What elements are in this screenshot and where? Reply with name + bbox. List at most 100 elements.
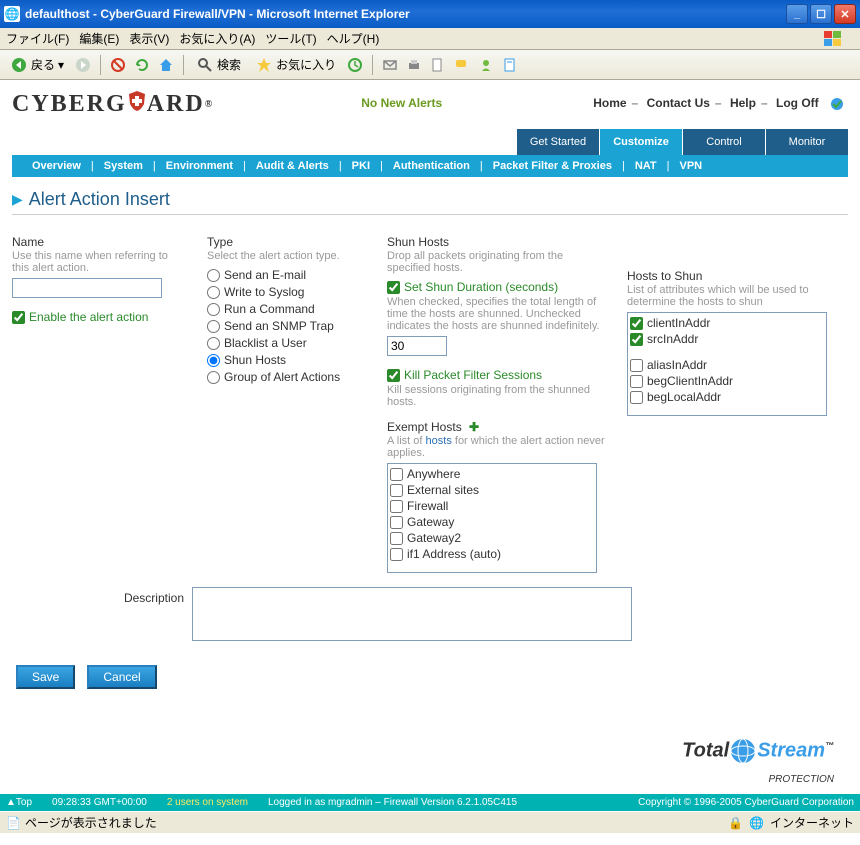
research-button[interactable] xyxy=(501,56,519,74)
duration-input[interactable] xyxy=(387,336,447,356)
nav-nat[interactable]: NAT xyxy=(625,160,667,172)
exempt-help: A list of hosts for which the alert acti… xyxy=(387,435,607,459)
type-radio-send-an-snmp-trap[interactable]: Send an SNMP Trap xyxy=(207,319,367,333)
type-radio-write-to-syslog[interactable]: Write to Syslog xyxy=(207,285,367,299)
menu-help[interactable]: ヘルプ(H) xyxy=(327,30,380,47)
tab-get-started[interactable]: Get Started xyxy=(517,129,599,155)
list-item[interactable]: if1 Address (auto) xyxy=(390,546,594,562)
back-button[interactable]: 戻る ▾ xyxy=(6,54,68,76)
zone-icon: 🌐 xyxy=(749,816,764,830)
browser-toolbar: 戻る ▾ 検索 お気に入り xyxy=(0,50,860,80)
list-item[interactable]: Firewall xyxy=(390,498,594,514)
link-contact[interactable]: Contact Us xyxy=(647,96,710,110)
sub-navbar: Overview| System| Environment| Audit & A… xyxy=(12,155,848,177)
page-title-arrow-icon: ▶ xyxy=(12,191,23,208)
menu-tools[interactable]: ツール(T) xyxy=(265,30,316,47)
menu-edit[interactable]: 編集(E) xyxy=(79,30,119,47)
nav-vpn[interactable]: VPN xyxy=(669,160,712,172)
list-item[interactable]: srcInAddr xyxy=(630,331,824,347)
nav-overview[interactable]: Overview xyxy=(22,160,91,172)
tab-monitor[interactable]: Monitor xyxy=(766,129,848,155)
add-exempt-host-button[interactable]: ✚ xyxy=(469,420,479,434)
ie-icon: 🌐 xyxy=(4,6,20,22)
nav-audit-alerts[interactable]: Audit & Alerts xyxy=(246,160,339,172)
duration-help: When checked, specifies the total length… xyxy=(387,296,607,332)
search-icon xyxy=(196,56,214,74)
enable-action-label: Enable the alert action xyxy=(29,310,148,324)
kill-sessions-label: Kill Packet Filter Sessions xyxy=(404,368,542,382)
kill-sessions-checkbox[interactable] xyxy=(387,369,400,382)
list-item[interactable]: External sites xyxy=(390,482,594,498)
name-input[interactable] xyxy=(12,278,162,298)
type-radio-run-a-command[interactable]: Run a Command xyxy=(207,302,367,316)
zone-text: インターネット xyxy=(770,814,854,831)
menu-view[interactable]: 表示(V) xyxy=(129,30,169,47)
list-item[interactable]: clientInAddr xyxy=(630,315,824,331)
type-radio-group-of-alert-actions[interactable]: Group of Alert Actions xyxy=(207,370,367,384)
type-label: Type xyxy=(207,235,367,249)
nav-pki[interactable]: PKI xyxy=(342,160,380,172)
windows-flag-icon xyxy=(822,30,844,48)
nav-environment[interactable]: Environment xyxy=(156,160,243,172)
footer-top-link[interactable]: ▲Top xyxy=(6,797,32,808)
type-help: Select the alert action type. xyxy=(207,250,367,262)
discuss-button[interactable] xyxy=(453,56,471,74)
globe-ok-icon xyxy=(830,97,844,111)
browser-statusbar: 📄 ページが表示されました 🔒 🌐 インターネット xyxy=(0,811,860,833)
mail-button[interactable] xyxy=(381,56,399,74)
list-item[interactable]: aliasInAddr xyxy=(630,357,824,373)
kill-help: Kill sessions originating from the shunn… xyxy=(387,384,607,408)
list-item[interactable]: Gateway2 xyxy=(390,530,594,546)
nav-system[interactable]: System xyxy=(94,160,153,172)
footer-users: 2 users on system xyxy=(167,797,248,808)
tab-control[interactable]: Control xyxy=(683,129,765,155)
hosts-to-shun-label: Hosts to Shun xyxy=(627,269,827,283)
type-radio-blacklist-a-user[interactable]: Blacklist a User xyxy=(207,336,367,350)
link-help[interactable]: Help xyxy=(730,96,756,110)
maximize-button[interactable]: ☐ xyxy=(810,4,832,24)
refresh-button[interactable] xyxy=(133,56,151,74)
menu-file[interactable]: ファイル(F) xyxy=(6,30,69,47)
history-button[interactable] xyxy=(346,56,364,74)
enable-action-checkbox[interactable] xyxy=(12,311,25,324)
back-icon xyxy=(10,56,28,74)
nav-packet-filter[interactable]: Packet Filter & Proxies xyxy=(483,160,622,172)
status-text: ページが表示されました xyxy=(25,814,157,831)
link-logoff[interactable]: Log Off xyxy=(776,96,819,110)
stop-button[interactable] xyxy=(109,56,127,74)
menu-favorites[interactable]: お気に入り(A) xyxy=(179,30,255,47)
cancel-button[interactable]: Cancel xyxy=(87,665,156,689)
list-item[interactable]: begLocalAddr xyxy=(630,389,824,405)
list-item[interactable]: begClientInAddr xyxy=(630,373,824,389)
type-radio-send-an-e-mail[interactable]: Send an E-mail xyxy=(207,268,367,282)
search-button[interactable]: 検索 xyxy=(192,54,245,76)
set-shun-duration-checkbox[interactable] xyxy=(387,281,400,294)
print-button[interactable] xyxy=(405,56,423,74)
exempt-label: Exempt Hosts xyxy=(387,420,462,434)
status-icon: 📄 xyxy=(6,816,21,830)
exempt-hosts-listbox[interactable]: AnywhereExternal sitesFirewallGatewayGat… xyxy=(387,463,597,573)
edit-button[interactable] xyxy=(429,56,447,74)
list-item[interactable]: Anywhere xyxy=(390,466,594,482)
window-titlebar: 🌐 defaulthost - CyberGuard Firewall/VPN … xyxy=(0,0,860,28)
forward-button[interactable] xyxy=(74,56,92,74)
hosts-to-shun-listbox[interactable]: clientInAddrsrcInAddr aliasInAddrbegClien… xyxy=(627,312,827,416)
minimize-button[interactable]: _ xyxy=(786,4,808,24)
save-button[interactable]: Save xyxy=(16,665,75,689)
close-button[interactable]: ✕ xyxy=(834,4,856,24)
link-home[interactable]: Home xyxy=(593,96,626,110)
favorites-button[interactable]: お気に入り xyxy=(251,54,340,76)
name-label: Name xyxy=(12,235,187,249)
nav-authentication[interactable]: Authentication xyxy=(383,160,480,172)
type-radio-group: Send an E-mail Write to Syslog Run a Comma… xyxy=(207,268,367,384)
messenger-button[interactable] xyxy=(477,56,495,74)
home-button[interactable] xyxy=(157,56,175,74)
type-radio-shun-hosts[interactable]: Shun Hosts xyxy=(207,353,367,367)
description-textarea[interactable] xyxy=(192,587,632,641)
list-item[interactable]: Gateway xyxy=(390,514,594,530)
mode-tabs: Get Started Customize Control Monitor xyxy=(12,129,848,155)
hosts-link[interactable]: hosts xyxy=(426,435,452,447)
tab-customize[interactable]: Customize xyxy=(600,129,682,155)
description-label: Description xyxy=(12,587,192,605)
footer-copyright: Copyright © 1996-2005 CyberGuard Corpora… xyxy=(638,797,854,808)
